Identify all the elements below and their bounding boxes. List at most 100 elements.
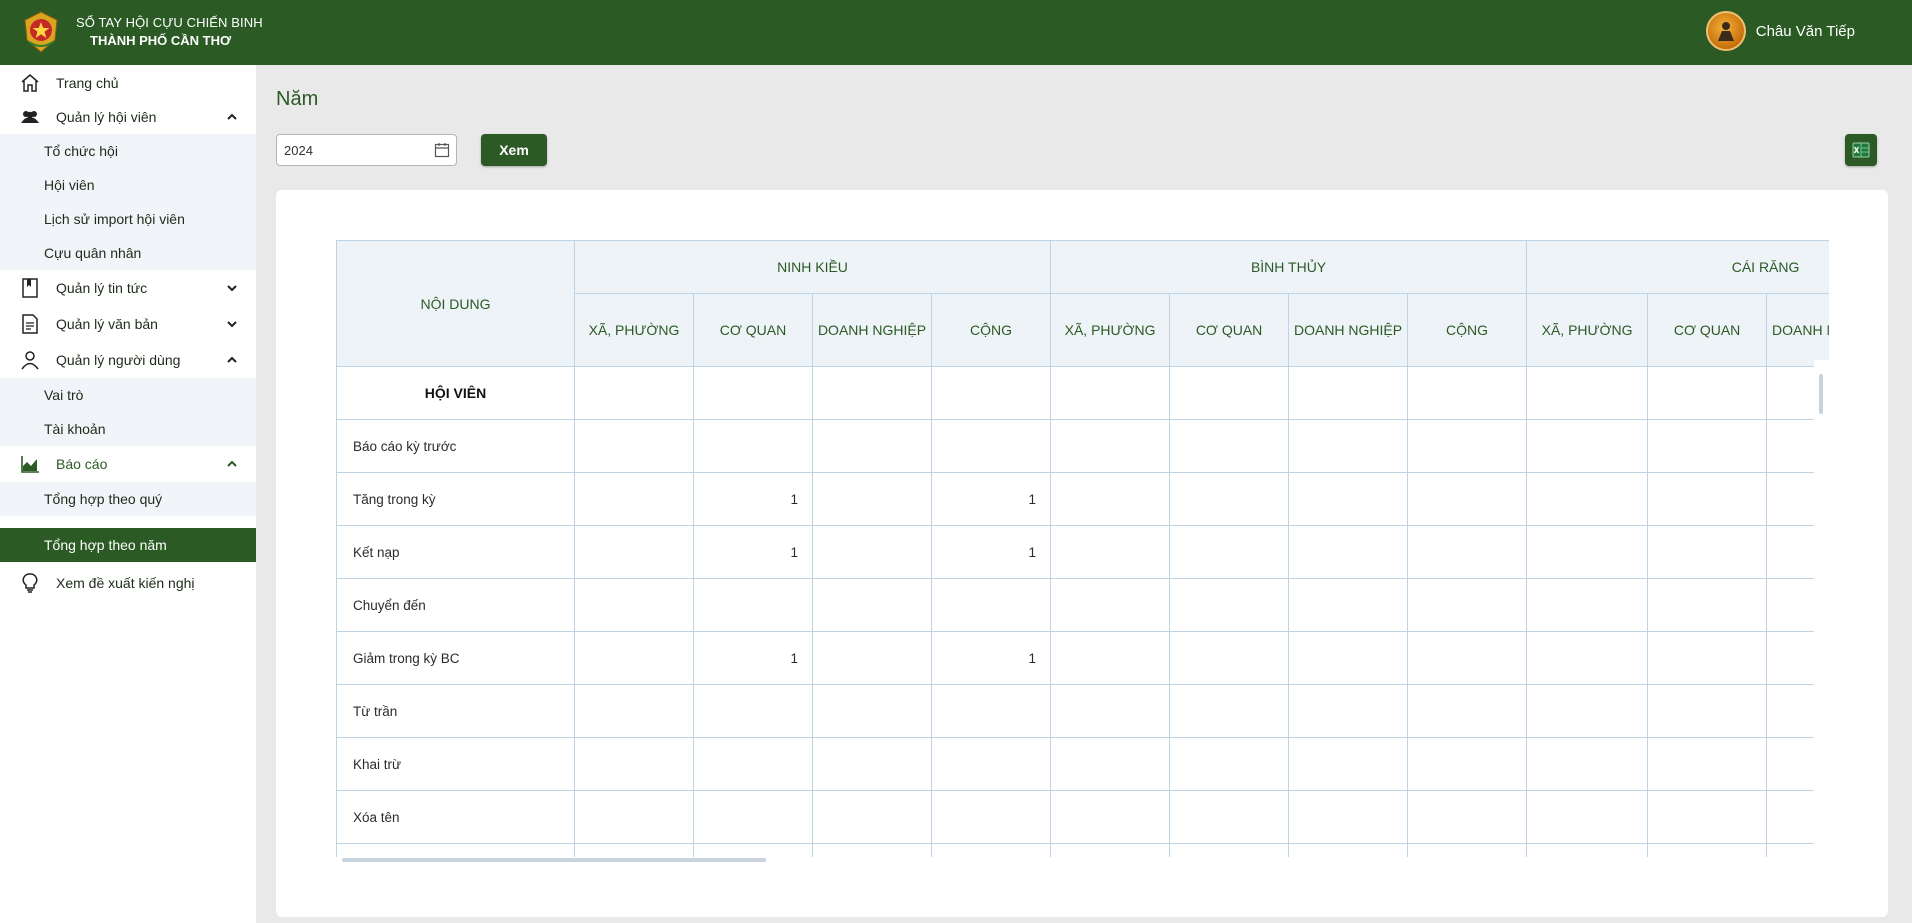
sidebar-item-label: Quản lý văn bản [56,316,158,332]
table-cell [1050,419,1171,473]
table-cell [1288,366,1409,420]
table-cell [812,843,932,857]
row-label [336,843,575,857]
sidebar-sub-label: Tổ chức hội [44,143,118,159]
sidebar-sub-label: Vai trò [44,387,84,403]
sidebar-item-members[interactable]: Quản lý hội viên [0,100,256,134]
sidebar-sub-members[interactable]: Hội viên [0,168,256,202]
report-table-container[interactable]: NỘI DUNG NINH KIỀU BÌNH THỦY CÁI RĂNG XÃ… [336,240,1829,857]
chevron-up-icon [227,460,237,467]
table-cell [1050,843,1171,857]
table-cell [1647,631,1768,685]
table-cell [1407,525,1528,579]
table-cell [693,790,813,844]
year-picker[interactable]: 2024 [276,134,457,166]
sidebar-sub-org[interactable]: Tổ chức hội [0,134,256,168]
sub-header: CƠ QUAN [1169,293,1290,367]
sidebar-item-suggestions[interactable]: Xem đề xuất kiến nghị [0,566,256,600]
row-label: Khai trừ [336,737,575,791]
table-row [336,843,1829,857]
table-row: Từ trần [336,684,1829,738]
table-cell [1169,737,1290,791]
sub-header: DOANH NGHIỆP [1766,293,1829,367]
table-cell [1647,684,1768,738]
table-cell [1526,419,1649,473]
sidebar-sub-yearly[interactable]: Tổng hợp theo năm [0,528,256,562]
table-cell [1050,737,1171,791]
sidebar-sub-quarterly[interactable]: Tổng hợp theo quý [0,482,256,516]
year-value: 2024 [284,143,313,158]
district-header: NINH KIỀU [573,240,1052,294]
table-cell [1407,790,1528,844]
sidebar-item-label: Trang chủ [56,75,119,91]
table-cell [1407,472,1528,526]
table-cell [1407,578,1528,632]
excel-export-button[interactable] [1845,134,1877,166]
table-cell [1169,684,1290,738]
sub-header: XÃ, PHƯỜNG [574,293,694,367]
sidebar-item-users[interactable]: Quản lý người dùng [0,343,256,377]
sidebar-sub-accounts[interactable]: Tài khoản [0,412,256,446]
table-row: Xóa tên [336,790,1829,844]
brand-line1: SỔ TAY HỘI CỰU CHIẾN BINH [76,15,263,30]
table-cell [1526,472,1649,526]
sub-header: CỘNG [1407,293,1528,367]
user-name: Châu Văn Tiếp [1755,22,1855,40]
yearly-report-table: NỘI DUNG NINH KIỀU BÌNH THỦY CÁI RĂNG XÃ… [336,240,1829,857]
table-cell [1526,684,1649,738]
lightbulb-icon [19,572,41,594]
table-cell [1169,843,1290,857]
sidebar-sub-label: Lịch sử import hội viên [44,211,185,227]
table-cell [1169,472,1290,526]
view-button[interactable]: Xem [481,134,547,166]
horizontal-scrollbar[interactable] [342,858,766,862]
user-menu[interactable]: Châu Văn Tiếp [1705,11,1855,51]
table-cell [1647,419,1768,473]
avatar [1705,11,1746,51]
table-cell [574,525,694,579]
calendar-icon[interactable] [434,142,450,158]
page-title: Năm [276,88,319,110]
table-row: Khai trừ [336,737,1829,791]
sidebar-item-home[interactable]: Trang chủ [0,66,256,100]
table-cell [574,737,694,791]
sidebar-sub-veterans[interactable]: Cựu quân nhân [0,236,256,270]
table-cell [1407,684,1528,738]
table-cell [1169,578,1290,632]
table-cell [1407,843,1528,857]
sidebar-sub-label: Tài khoản [44,421,106,437]
vertical-scroll-track [1814,360,1829,857]
table-cell [574,419,694,473]
table-cell [693,419,813,473]
sidebar-sub-import-history[interactable]: Lịch sử import hội viên [0,202,256,236]
table-cell [1288,525,1409,579]
table-cell [1050,366,1171,420]
sidebar-item-label: Báo cáo [56,456,108,472]
sub-header: CƠ QUAN [693,293,813,367]
sidebar-item-documents[interactable]: Quản lý văn bản [0,307,256,341]
table-cell [1288,472,1409,526]
vertical-scrollbar[interactable] [1819,374,1823,414]
sidebar-sub-label: Tổng hợp theo năm [44,537,167,553]
sidebar-sub-roles[interactable]: Vai trò [0,378,256,412]
table-cell [930,843,1052,857]
table-cell [1647,366,1768,420]
sidebar-item-label: Quản lý người dùng [56,352,181,368]
table-cell [1526,631,1649,685]
table-cell [574,843,694,857]
table-cell [930,737,1052,791]
sidebar-item-reports[interactable]: Báo cáo [0,447,256,481]
table-row: Kết nạp 1 1 [336,525,1829,579]
sidebar-item-news[interactable]: Quản lý tin tức [0,271,256,305]
row-label: Báo cáo kỳ trước [336,419,575,473]
table-cell: 1 [930,525,1052,579]
sub-header: DOANH NGHIỆP [1288,293,1409,367]
table-cell [1526,366,1649,420]
table-cell [1647,525,1768,579]
table-cell [1407,419,1528,473]
table-cell [812,419,932,473]
table-cell [930,366,1052,420]
table-cell [1647,578,1768,632]
table-cell [1407,631,1528,685]
row-label: Kết nạp [336,525,575,579]
